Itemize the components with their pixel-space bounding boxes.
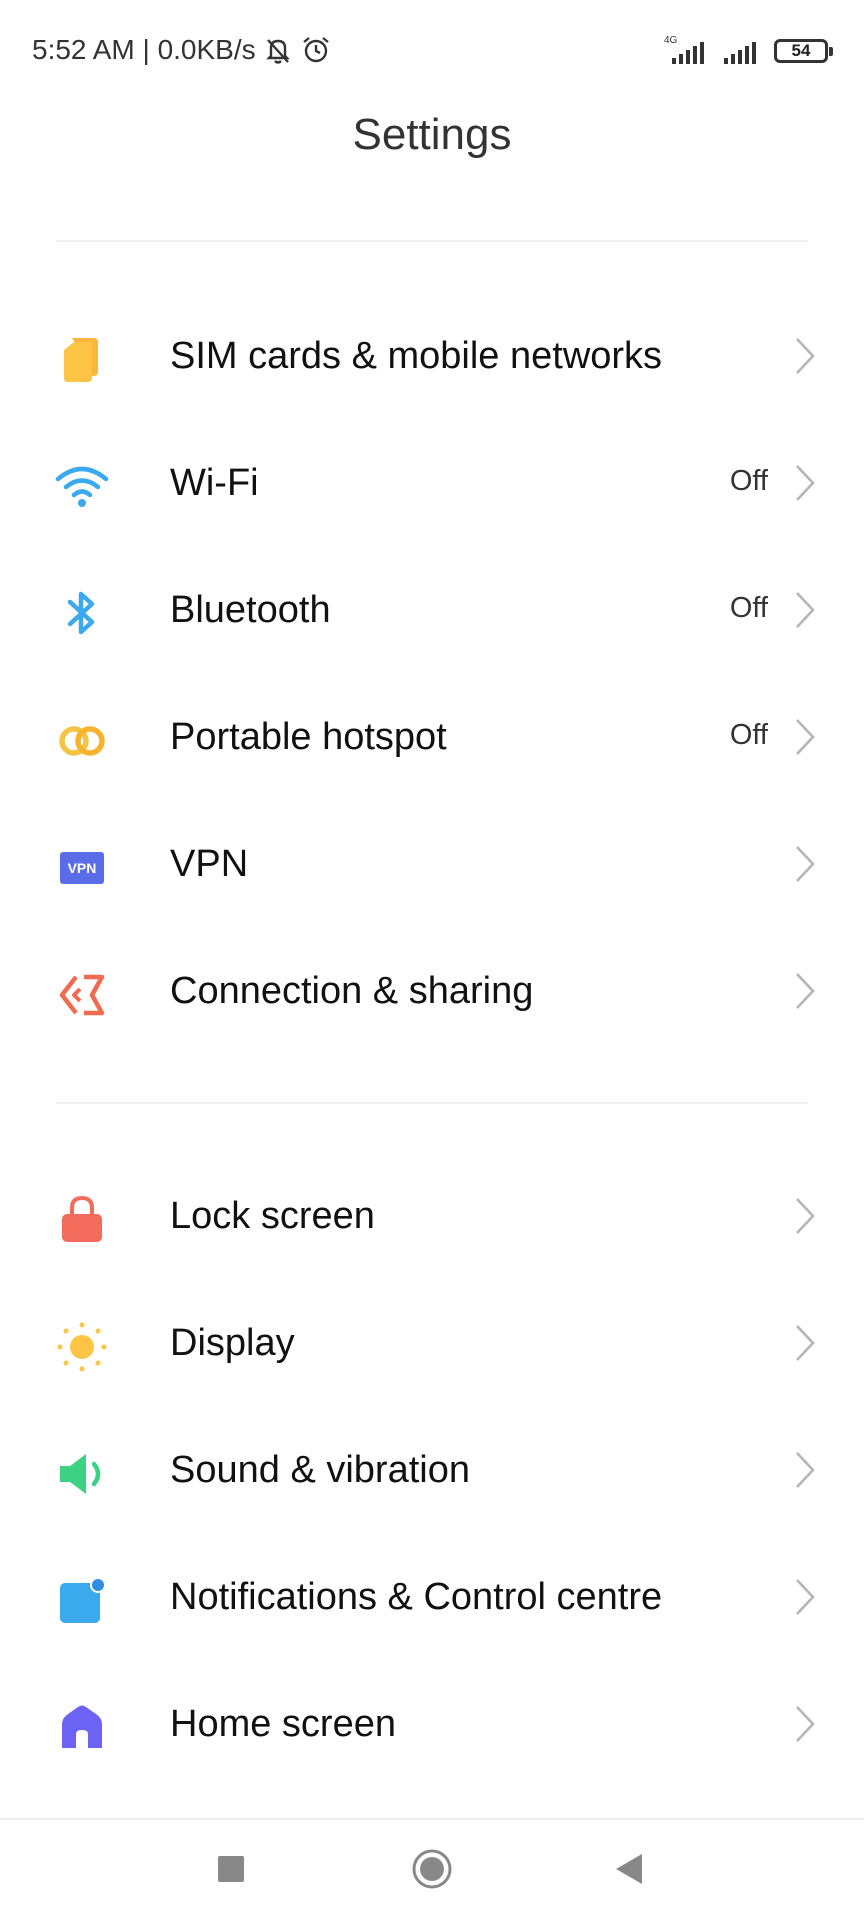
hotspot-icon xyxy=(59,726,105,756)
page-title: Settings xyxy=(352,110,512,159)
chevron-right-icon xyxy=(796,1198,815,1234)
navigation-bar xyxy=(0,1818,864,1920)
network-type-label: 4G xyxy=(664,35,678,46)
chevron-right-icon xyxy=(796,846,815,882)
vpn-icon-text: VPN xyxy=(68,860,97,876)
settings-item-label: VPN xyxy=(170,843,249,885)
home-icon xyxy=(62,1705,102,1748)
battery-icon: 54 xyxy=(774,39,833,63)
bluetooth-icon xyxy=(67,591,95,635)
sim-card-icon xyxy=(64,338,98,382)
chevron-right-icon xyxy=(796,338,815,374)
settings-item-display[interactable]: Display xyxy=(0,1279,864,1406)
signal-4g-icon: 4G xyxy=(664,35,704,64)
notification-icon xyxy=(60,1577,106,1623)
settings-item-label: SIM cards & mobile networks xyxy=(170,335,663,377)
recents-icon[interactable] xyxy=(216,1854,246,1884)
hotspot-status: Off xyxy=(729,719,768,751)
vpn-icon: VPN xyxy=(60,852,104,884)
settings-item-label: Notifications & Control centre xyxy=(170,1576,663,1618)
settings-item-home-screen[interactable]: Home screen xyxy=(0,1660,864,1787)
bell-muted-icon xyxy=(265,39,290,64)
time-speed: 5:52 AM | 0.0KB/s xyxy=(32,34,256,65)
status-bar-left: 5:52 AM | 0.0KB/s xyxy=(32,34,332,66)
settings-item-lock-screen[interactable]: Lock screen xyxy=(0,1152,864,1279)
settings-item-connection-sharing[interactable]: Connection & sharing xyxy=(0,927,864,1054)
divider-section xyxy=(56,1102,808,1104)
chevron-right-icon xyxy=(796,1325,815,1361)
back-icon[interactable] xyxy=(614,1852,644,1886)
settings-item-wifi[interactable]: Wi-Fi Off xyxy=(0,419,864,546)
chevron-right-icon xyxy=(796,1579,815,1615)
chevron-right-icon xyxy=(796,592,815,628)
sun-icon xyxy=(57,1322,107,1372)
settings-item-label: Connection & sharing xyxy=(170,970,534,1012)
settings-item-notifications[interactable]: Notifications & Control centre xyxy=(0,1533,864,1660)
settings-item-sound-vibration[interactable]: Sound & vibration xyxy=(0,1406,864,1533)
status-bar: 5:52 AM | 0.0KB/s 4G 54 xyxy=(0,0,864,100)
settings-item-label: Bluetooth xyxy=(170,589,331,631)
chevron-right-icon xyxy=(796,1706,815,1742)
speaker-icon xyxy=(60,1454,101,1494)
chevron-right-icon xyxy=(796,1452,815,1488)
settings-item-label: Sound & vibration xyxy=(170,1449,470,1491)
status-bar-right: 4G 54 xyxy=(660,34,833,68)
wifi-status: Off xyxy=(729,465,768,497)
divider-top xyxy=(56,240,808,242)
settings-item-label: Display xyxy=(170,1322,295,1364)
connection-sharing-icon xyxy=(59,974,105,1016)
wifi-icon xyxy=(55,466,109,507)
settings-item-bluetooth[interactable]: Bluetooth Off xyxy=(0,546,864,673)
battery-level: 54 xyxy=(791,41,811,60)
chevron-right-icon xyxy=(796,973,815,1009)
chevron-right-icon xyxy=(796,719,815,755)
chevron-right-icon xyxy=(796,465,815,501)
settings-item-label: Home screen xyxy=(170,1703,396,1745)
settings-item-portable-hotspot[interactable]: Portable hotspot Off xyxy=(0,673,864,800)
settings-item-label: Wi-Fi xyxy=(170,462,259,504)
home-nav-icon[interactable] xyxy=(411,1848,453,1890)
alarm-icon xyxy=(302,37,329,63)
settings-item-sim-cards[interactable]: SIM cards & mobile networks xyxy=(0,292,864,419)
bluetooth-status: Off xyxy=(729,592,768,624)
settings-item-vpn[interactable]: VPN VPN xyxy=(0,800,864,927)
settings-item-label: Lock screen xyxy=(170,1195,375,1237)
settings-item-label: Portable hotspot xyxy=(170,716,447,758)
lock-icon xyxy=(62,1195,102,1242)
signal-icon xyxy=(724,42,756,64)
